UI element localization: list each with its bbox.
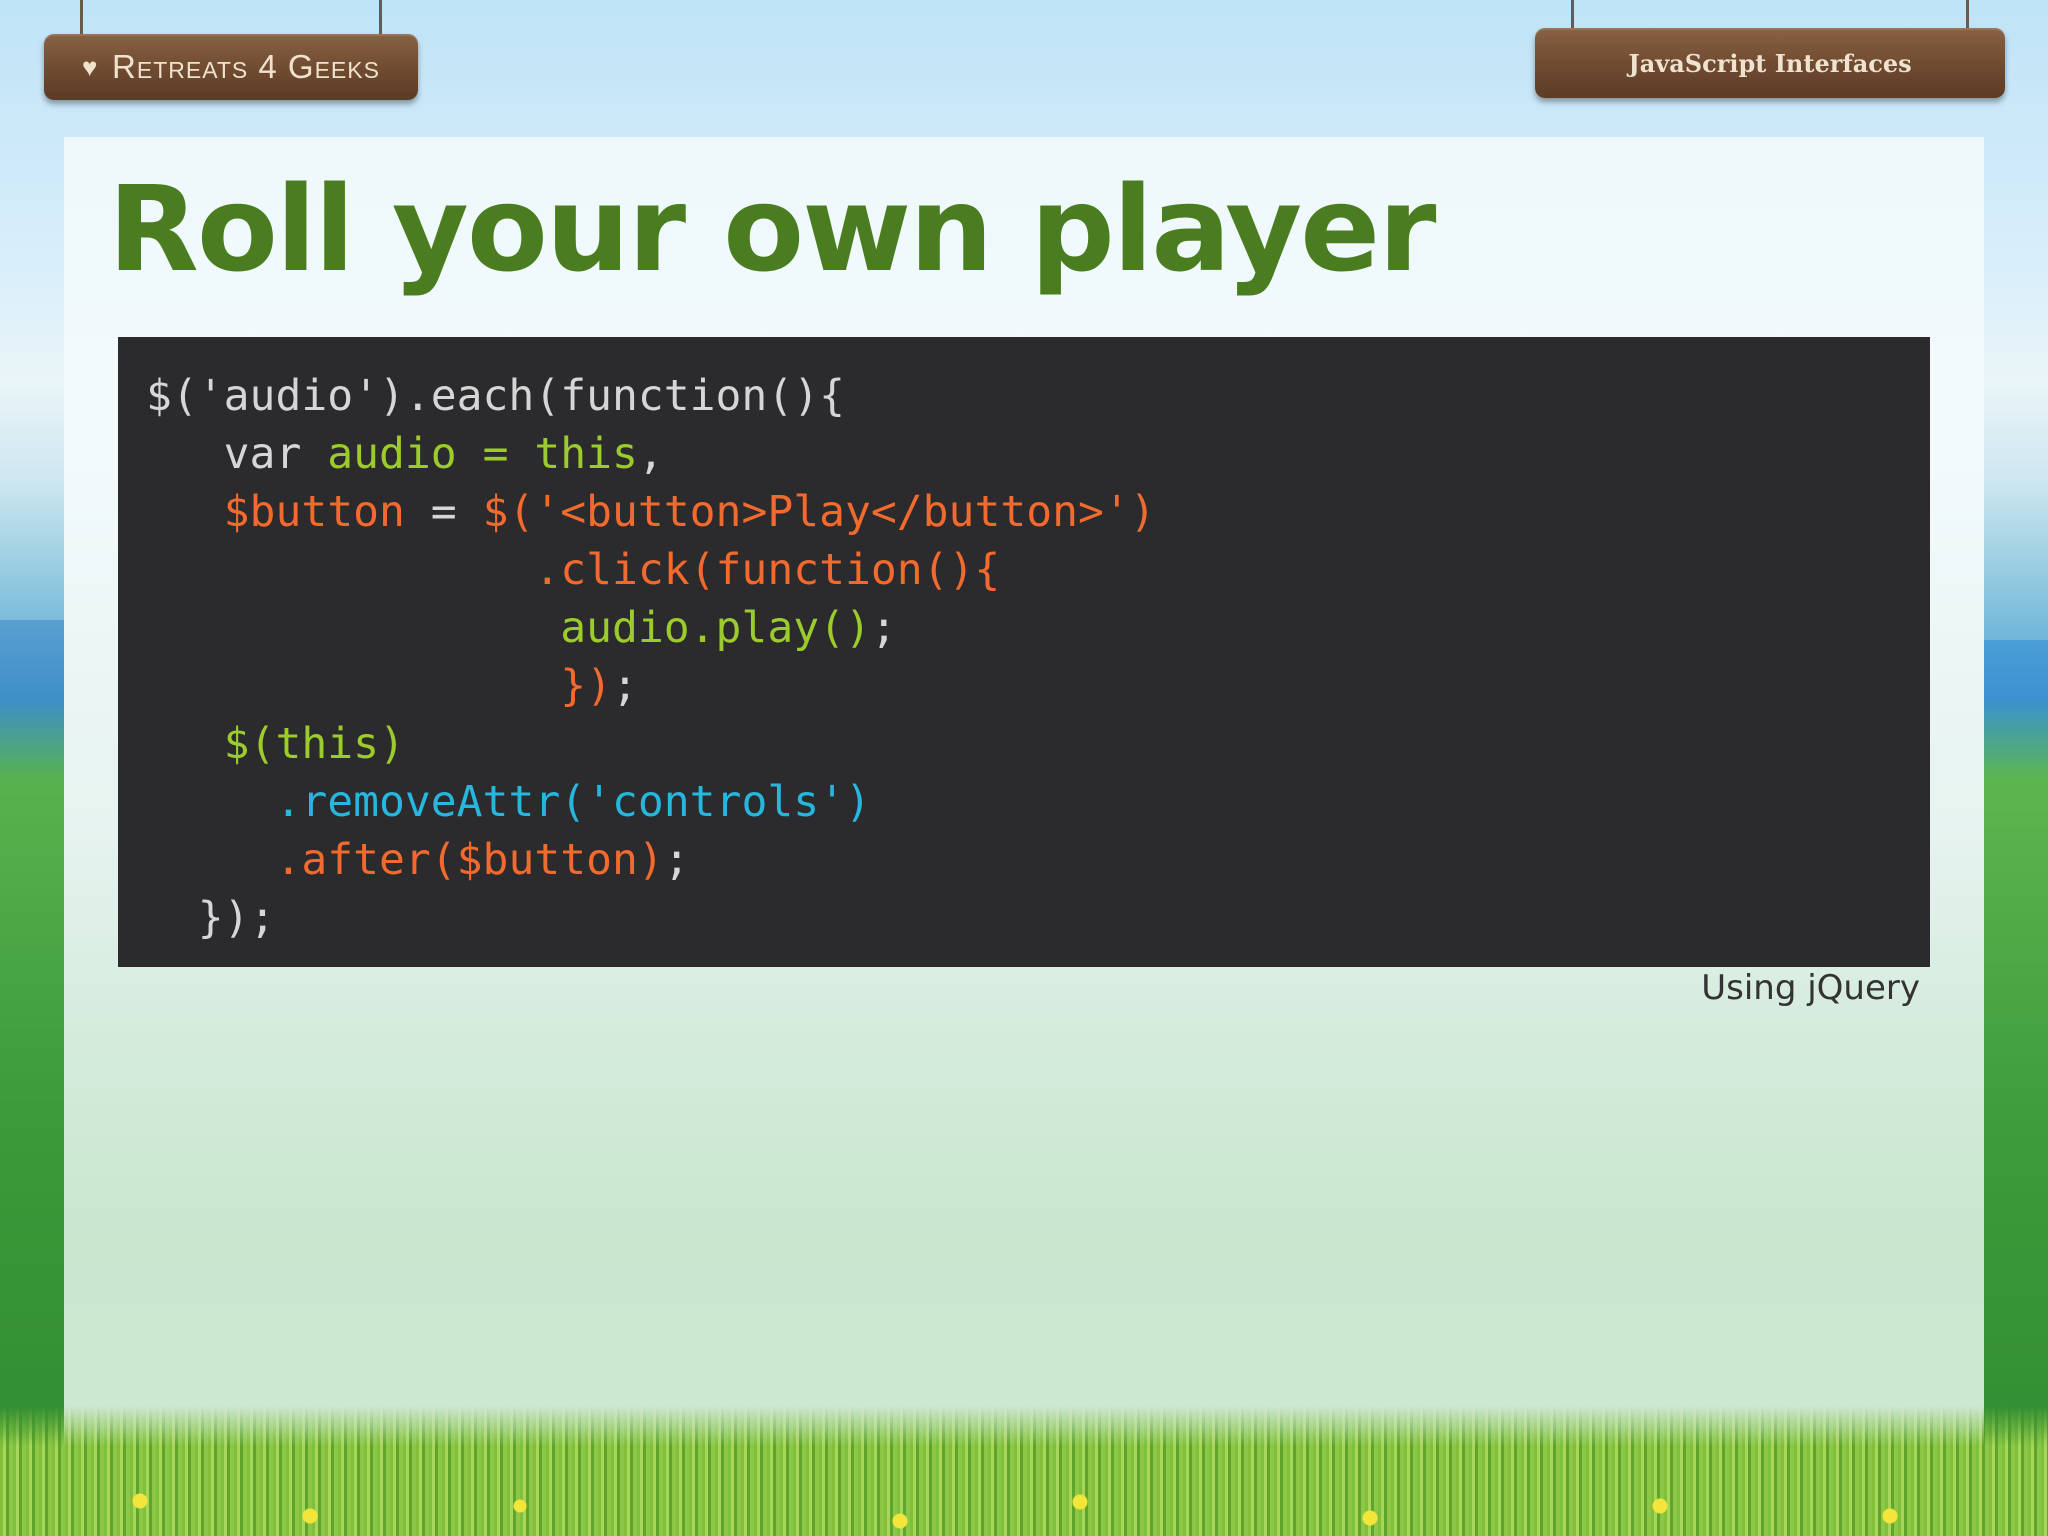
code-text: $('<button>Play</button>') <box>482 487 1156 537</box>
code-line-10: }); <box>146 889 1902 947</box>
code-line-8: .removeAttr('controls') <box>146 773 1902 831</box>
code-line-7: $(this) <box>146 715 1902 773</box>
code-text: ; <box>870 603 897 653</box>
code-text: .removeAttr('controls') <box>275 777 871 827</box>
topic-label: JavaScript Interfaces <box>1628 48 1912 78</box>
code-text: $button <box>223 487 405 537</box>
code-line-6: }); <box>146 657 1902 715</box>
code-text: }) <box>560 661 612 711</box>
code-text: .after($button) <box>275 835 664 885</box>
code-line-4: .click(function(){ <box>146 541 1902 599</box>
code-text: ; <box>663 835 690 885</box>
code-line-3: $button = $('<button>Play</button>') <box>146 483 1902 541</box>
code-text: audio.play() <box>560 603 871 653</box>
code-line-2: var audio = this, <box>146 425 1902 483</box>
code-text: .click(function(){ <box>146 545 1001 595</box>
grass-decoration <box>0 1406 2048 1536</box>
code-text: = <box>404 487 483 537</box>
code-text: , <box>637 429 664 479</box>
slide-title: Roll your own player <box>108 160 1436 298</box>
code-text: ; <box>612 661 638 711</box>
code-block: $('audio').each(function(){ var audio = … <box>118 337 1930 967</box>
topic-sign: JavaScript Interfaces <box>1535 0 2005 98</box>
code-text: $(this) <box>223 719 405 769</box>
heart-icon: ♥ <box>82 52 99 82</box>
code-line-1: $('audio').each(function(){ <box>146 367 1902 425</box>
code-text: $('audio').each(function(){ <box>146 371 845 421</box>
code-text: audio = this <box>327 429 638 479</box>
brand-label: Retreats 4 Geeks <box>112 48 380 85</box>
code-line-9: .after($button); <box>146 831 1902 889</box>
brand-sign: ♥ Retreats 4 Geeks <box>44 0 418 100</box>
code-line-5: audio.play(); <box>146 599 1902 657</box>
code-text: var <box>223 429 328 479</box>
code-text: }); <box>146 893 276 943</box>
code-caption: Using jQuery <box>1701 968 1920 1008</box>
